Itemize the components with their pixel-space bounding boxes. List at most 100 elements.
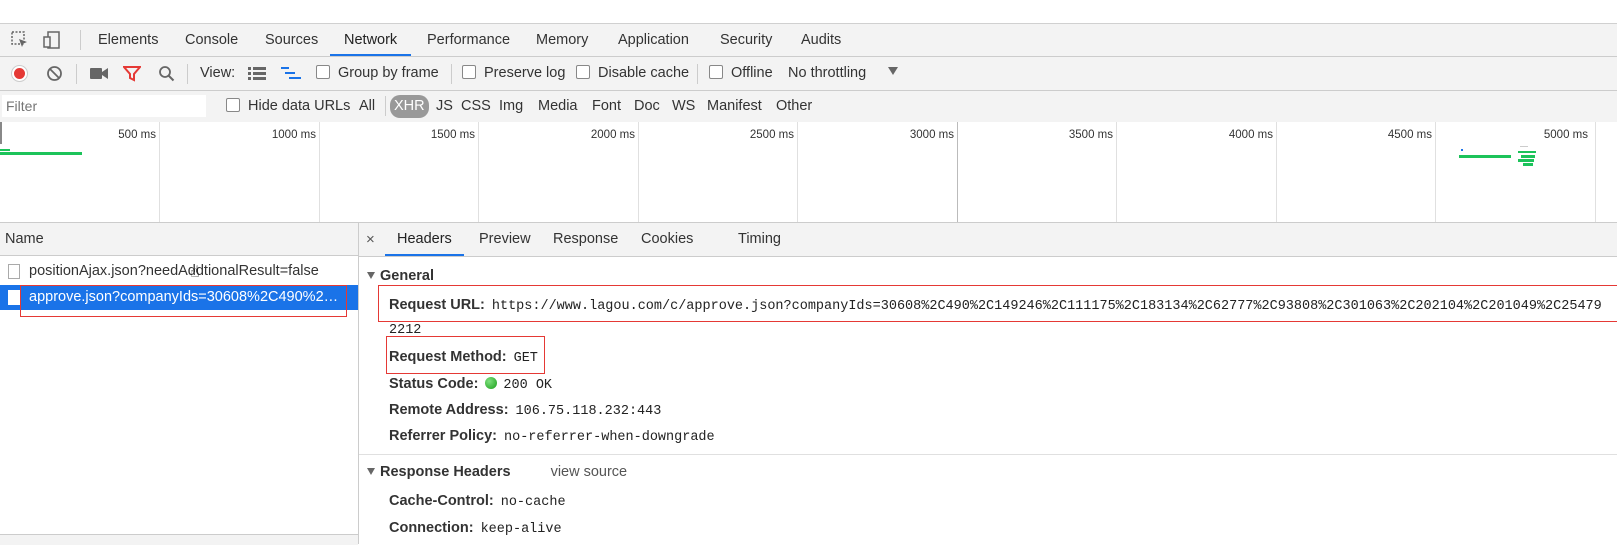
request-row[interactable]: positionAjax.json?needAddtionalResult=fa… bbox=[0, 259, 358, 284]
throttling-select[interactable]: No throttling bbox=[788, 57, 899, 90]
throttling-value: No throttling bbox=[788, 65, 867, 81]
response-headers-title: Response Headers bbox=[380, 464, 511, 480]
offline-box[interactable] bbox=[709, 65, 723, 80]
overview-gridline bbox=[957, 122, 958, 222]
filter-input[interactable] bbox=[2, 95, 206, 117]
clear-button[interactable] bbox=[46, 65, 63, 85]
filter-type-other[interactable]: Other bbox=[773, 95, 815, 118]
view-label: View: bbox=[200, 65, 236, 81]
tab-cookies[interactable]: Cookies bbox=[638, 223, 696, 256]
filter-type-ws[interactable]: WS bbox=[669, 95, 698, 118]
tab-security[interactable]: Security bbox=[716, 24, 776, 56]
tab-response[interactable]: Response bbox=[550, 223, 621, 256]
large-rows-button[interactable] bbox=[248, 66, 266, 84]
overview-request-bar bbox=[1461, 149, 1463, 151]
overview-request-bar bbox=[0, 152, 82, 155]
devtools-tabbar: Elements Console Sources Network Perform… bbox=[0, 24, 1617, 57]
device-toolbar-icon[interactable] bbox=[42, 30, 62, 50]
tab-memory[interactable]: Memory bbox=[532, 24, 592, 56]
remote-address-label: Remote Address: bbox=[389, 402, 509, 418]
status-code-row: Status Code: 200 OK bbox=[389, 376, 552, 393]
connection-row: Connection: keep-alive bbox=[389, 520, 562, 537]
overview-gridline bbox=[319, 122, 320, 222]
disable-cache-checkbox[interactable]: Disable cache bbox=[576, 57, 689, 90]
filter-type-media[interactable]: Media bbox=[535, 95, 581, 118]
response-headers-section-toggle[interactable]: Response Headers view source bbox=[367, 464, 627, 480]
preserve-log-box[interactable] bbox=[462, 65, 476, 80]
filter-bar: Hide data URLs All XHR JS CSS Img Media … bbox=[0, 91, 1617, 123]
network-overview[interactable]: 500 ms 1000 ms 1500 ms 2000 ms 2500 ms 3… bbox=[0, 122, 1617, 223]
triangle-down-icon bbox=[367, 272, 375, 279]
tab-network[interactable]: Network bbox=[330, 24, 412, 56]
filter-icon bbox=[121, 66, 143, 82]
overview-tick-label: 4000 ms bbox=[1228, 129, 1273, 141]
request-details-panel: × Headers Preview Response Cookies Timin… bbox=[359, 223, 1617, 544]
tab-console[interactable]: Console bbox=[181, 24, 242, 56]
overview-gridline bbox=[638, 122, 639, 222]
overview-left-handle[interactable] bbox=[0, 122, 2, 144]
search-button[interactable] bbox=[158, 65, 175, 85]
hide-data-urls-checkbox[interactable]: Hide data URLs bbox=[226, 90, 350, 123]
filter-type-all[interactable]: All bbox=[356, 95, 378, 118]
view-source-link[interactable]: view source bbox=[551, 464, 628, 480]
tab-audits[interactable]: Audits bbox=[797, 24, 845, 56]
record-button[interactable] bbox=[11, 65, 28, 82]
tabbar-separator bbox=[80, 30, 81, 50]
inspect-element-icon[interactable] bbox=[10, 30, 30, 50]
referrer-policy-row: Referrer Policy: no-referrer-when-downgra… bbox=[389, 428, 715, 445]
filter-toggle-button[interactable] bbox=[121, 65, 143, 85]
overview-tick-label: 2500 ms bbox=[749, 129, 794, 141]
tab-timing[interactable]: Timing bbox=[735, 223, 784, 256]
toolbar-separator bbox=[76, 64, 77, 84]
status-ok-icon bbox=[485, 377, 498, 390]
record-icon bbox=[14, 68, 25, 79]
tab-performance[interactable]: Performance bbox=[423, 24, 514, 56]
general-section-toggle[interactable]: General bbox=[367, 268, 434, 284]
filter-type-js[interactable]: JS bbox=[433, 95, 456, 118]
hide-data-urls-box[interactable] bbox=[226, 98, 240, 113]
request-name: positionAjax.json?needAddtionalResult=fa… bbox=[29, 263, 319, 279]
overview-request-bar bbox=[1518, 159, 1534, 162]
tab-application[interactable]: Application bbox=[614, 24, 693, 56]
overview-gridline bbox=[1276, 122, 1277, 222]
tab-elements[interactable]: Elements bbox=[94, 24, 162, 56]
overview-tick-label: 500 ms bbox=[118, 129, 156, 141]
filter-type-manifest[interactable]: Manifest bbox=[704, 95, 765, 118]
tab-preview[interactable]: Preview bbox=[476, 223, 534, 256]
filter-type-doc[interactable]: Doc bbox=[631, 95, 663, 118]
filter-type-xhr[interactable]: XHR bbox=[390, 95, 429, 118]
disable-cache-label: Disable cache bbox=[598, 65, 690, 81]
overview-button[interactable] bbox=[281, 66, 301, 84]
connection-label: Connection: bbox=[389, 520, 474, 536]
overview-request-bar bbox=[1523, 163, 1533, 166]
close-details-icon[interactable]: × bbox=[366, 223, 375, 256]
left-panel-footer bbox=[0, 534, 358, 545]
overview-request-bar bbox=[1521, 155, 1535, 158]
overview-tick-label: 3500 ms bbox=[1068, 129, 1113, 141]
filter-type-img[interactable]: Img bbox=[496, 95, 526, 118]
highlight-box bbox=[20, 285, 347, 317]
overview-tick-label: 3000 ms bbox=[909, 129, 954, 141]
preserve-log-label: Preserve log bbox=[484, 65, 566, 81]
preserve-log-checkbox[interactable]: Preserve log bbox=[462, 57, 565, 90]
offline-label: Offline bbox=[731, 65, 773, 81]
name-column-header[interactable]: Name bbox=[0, 223, 358, 256]
capture-screenshots-button[interactable] bbox=[90, 67, 108, 83]
filter-type-font[interactable]: Font bbox=[589, 95, 624, 118]
disable-cache-box[interactable] bbox=[576, 65, 590, 80]
triangle-down-icon bbox=[367, 468, 375, 475]
chevron-down-icon bbox=[888, 67, 899, 75]
cache-control-label: Cache-Control: bbox=[389, 493, 494, 509]
group-by-frame-box[interactable] bbox=[316, 65, 330, 80]
highlight-box bbox=[378, 285, 1617, 322]
referrer-policy-label: Referrer Policy: bbox=[389, 428, 497, 444]
offline-checkbox[interactable]: Offline bbox=[709, 57, 773, 90]
tab-sources[interactable]: Sources bbox=[261, 24, 322, 56]
toolbar-separator bbox=[697, 64, 698, 84]
group-by-frame-checkbox[interactable]: Group by frame bbox=[316, 57, 439, 90]
request-list-panel: Name positionAjax.json?needAddtionalResu… bbox=[0, 223, 359, 545]
filter-type-css[interactable]: CSS bbox=[458, 95, 494, 118]
remote-address-value: 106.75.118.232:443 bbox=[515, 404, 662, 419]
tab-headers[interactable]: Headers bbox=[385, 223, 464, 256]
waterfall-icon bbox=[281, 67, 301, 79]
